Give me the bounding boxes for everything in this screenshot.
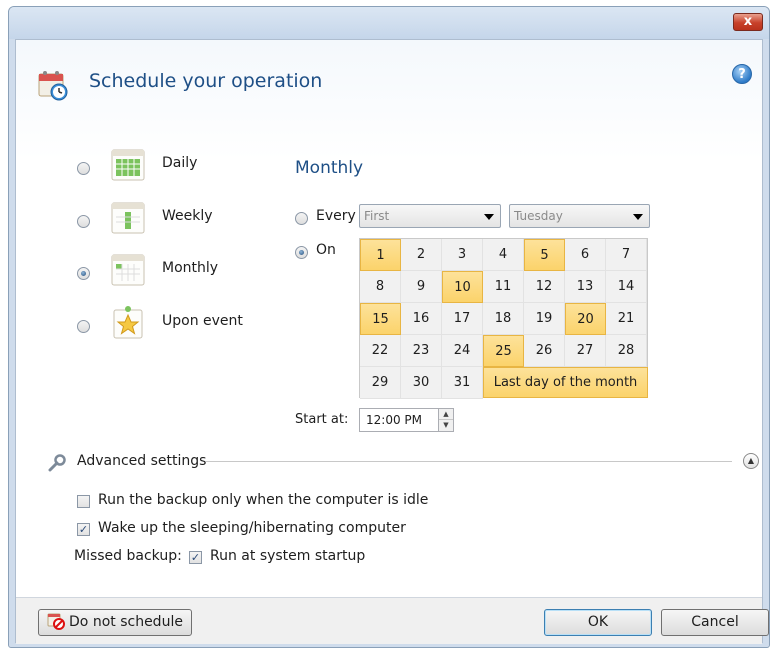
day-cell-17[interactable]: 17: [442, 303, 483, 335]
do-not-schedule-label: Do not schedule: [69, 614, 183, 630]
cancel-button[interactable]: Cancel: [661, 609, 769, 636]
weekly-label: Weekly: [162, 208, 213, 224]
day-cell-14[interactable]: 14: [606, 271, 647, 303]
day-cell-15[interactable]: 15: [360, 303, 401, 335]
day-cell-19[interactable]: 19: [524, 303, 565, 335]
star-event-icon: [113, 306, 143, 339]
week-select[interactable]: First: [359, 204, 501, 228]
day-cell-25[interactable]: 25: [483, 335, 524, 367]
day-cell-9[interactable]: 9: [401, 271, 442, 303]
day-cell-21[interactable]: 21: [606, 303, 647, 335]
week-select-value: First: [364, 209, 390, 223]
day-of-month-grid: 1 2 3 4 5 6 7 8 9 10 11 12 13 14 15 16 17 18 19 20 21 22 23 24 2…: [359, 238, 648, 399]
radio-weekly[interactable]: [77, 215, 90, 228]
day-cell-11[interactable]: 11: [483, 271, 524, 303]
on-label: On: [316, 242, 336, 258]
ok-button[interactable]: OK: [544, 609, 652, 636]
day-cell-18[interactable]: 18: [483, 303, 524, 335]
day-cell-4[interactable]: 4: [483, 239, 524, 271]
radio-every[interactable]: [295, 212, 308, 225]
close-button[interactable]: x: [733, 13, 763, 31]
start-at-label: Start at:: [295, 412, 349, 427]
daily-calendar-icon: [111, 149, 145, 181]
day-cell-24[interactable]: 24: [442, 335, 483, 367]
close-icon: x: [743, 14, 753, 29]
help-icon[interactable]: ?: [732, 64, 752, 84]
day-cell-23[interactable]: 23: [401, 335, 442, 367]
day-cell-10[interactable]: 10: [442, 271, 483, 303]
footer: Do not schedule OK Cancel: [16, 598, 769, 644]
day-cell-6[interactable]: 6: [565, 239, 606, 271]
missed-backup-label: Missed backup:: [74, 548, 182, 564]
day-cell-29[interactable]: 29: [360, 367, 401, 399]
day-cell-5[interactable]: 5: [524, 239, 565, 271]
day-cell-7[interactable]: 7: [606, 239, 647, 271]
day-cell-30[interactable]: 30: [401, 367, 442, 399]
wrench-icon: [48, 454, 66, 472]
dialog-body: Schedule your operation ? Daily Weekly M…: [15, 39, 769, 644]
spin-up-icon[interactable]: ▲: [439, 409, 453, 420]
radio-daily[interactable]: [77, 162, 90, 175]
day-cell-20[interactable]: 20: [565, 303, 606, 335]
day-cell-1[interactable]: 1: [360, 239, 401, 271]
every-label: Every: [316, 208, 356, 224]
spin-down-icon[interactable]: ▼: [439, 420, 453, 431]
idle-label: Run the backup only when the computer is…: [98, 492, 429, 508]
schedule-dialog: x Schedule your operation ? Daily Weekly…: [8, 6, 770, 648]
start-time-input[interactable]: 12:00 PM: [359, 408, 439, 432]
no-schedule-icon: [47, 613, 66, 630]
wake-label: Wake up the sleeping/hibernating compute…: [98, 520, 406, 536]
day-select[interactable]: Tuesday: [509, 204, 650, 228]
day-cell-2[interactable]: 2: [401, 239, 442, 271]
day-cell-26[interactable]: 26: [524, 335, 565, 367]
day-cell-22[interactable]: 22: [360, 335, 401, 367]
last-day-of-month-cell[interactable]: Last day of the month: [483, 367, 648, 398]
monthly-calendar-icon: [111, 254, 145, 286]
day-cell-3[interactable]: 3: [442, 239, 483, 271]
page-title: Schedule your operation: [89, 70, 323, 92]
advanced-settings-label[interactable]: Advanced settings: [77, 453, 206, 469]
monthly-heading: Monthly: [295, 158, 364, 178]
day-cell-12[interactable]: 12: [524, 271, 565, 303]
startup-checkbox[interactable]: ✓: [189, 551, 202, 564]
divider: [206, 461, 732, 462]
monthly-label: Monthly: [162, 260, 219, 276]
calendar-clock-icon: [38, 71, 68, 101]
collapse-icon[interactable]: ▲: [743, 453, 759, 469]
radio-upon-event[interactable]: [77, 320, 90, 333]
time-spinner[interactable]: ▲ ▼: [438, 408, 454, 432]
day-cell-28[interactable]: 28: [606, 335, 647, 367]
do-not-schedule-button[interactable]: Do not schedule: [38, 609, 192, 636]
chevron-down-icon: [484, 214, 494, 220]
startup-label: Run at system startup: [210, 548, 366, 564]
day-cell-27[interactable]: 27: [565, 335, 606, 367]
chevron-down-icon: [633, 214, 643, 220]
weekly-calendar-icon: [111, 202, 145, 234]
idle-checkbox[interactable]: [77, 495, 90, 508]
daily-label: Daily: [162, 155, 198, 171]
day-cell-13[interactable]: 13: [565, 271, 606, 303]
day-cell-16[interactable]: 16: [401, 303, 442, 335]
radio-monthly[interactable]: [77, 267, 90, 280]
upon-event-label: Upon event: [162, 313, 243, 329]
wake-checkbox[interactable]: ✓: [77, 523, 90, 536]
title-bar: x: [9, 7, 769, 39]
day-cell-8[interactable]: 8: [360, 271, 401, 303]
day-select-value: Tuesday: [514, 209, 563, 223]
day-cell-31[interactable]: 31: [442, 367, 483, 399]
radio-on[interactable]: [295, 246, 308, 259]
